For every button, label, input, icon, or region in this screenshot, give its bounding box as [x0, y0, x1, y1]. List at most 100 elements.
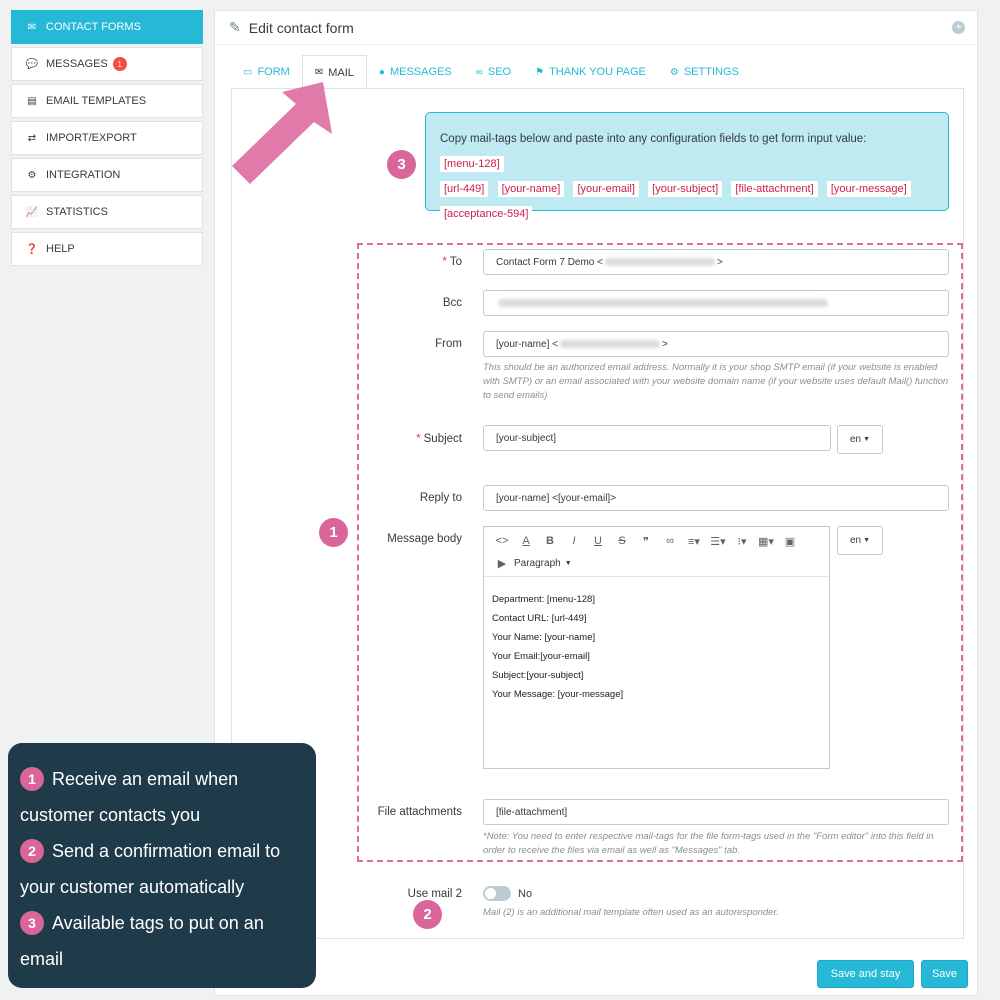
- from-field[interactable]: [your-name] < >: [483, 331, 949, 357]
- from-help-text: This should be an authorized email addre…: [483, 362, 949, 401]
- file-attachments-help: *Note: You need to enter respective mail…: [483, 831, 934, 856]
- tab-settings[interactable]: ⚙ SETTINGS: [658, 55, 751, 89]
- from-label: From: [435, 338, 462, 350]
- bcc-field[interactable]: [483, 290, 949, 316]
- edit-icon: ✎: [229, 19, 241, 35]
- exchange-icon: ⇄: [27, 132, 37, 144]
- legend-number: 3: [20, 911, 44, 935]
- strikethrough-icon[interactable]: S: [610, 531, 634, 551]
- mail-tag[interactable]: [url-449]: [440, 181, 489, 197]
- legend-number: 1: [20, 767, 44, 791]
- video-icon[interactable]: ▶: [490, 553, 514, 573]
- legend-line: 2 Send a confirmation email to: [20, 833, 302, 869]
- editor-toolbar: <> A B I U S ❞ ∞ ≡▾ ☰▾ ⁝▾ ▦▾ ▣ ▶ Paragra…: [484, 527, 829, 577]
- bold-icon[interactable]: B: [538, 531, 562, 551]
- caret-down-icon: ▼: [564, 559, 572, 567]
- callout-1: 1: [319, 518, 348, 547]
- mail-tags-box: Copy mail-tags below and paste into any …: [425, 112, 949, 222]
- line-chart-icon: 📈: [25, 206, 39, 218]
- sidebar-item-email-templates[interactable]: ▤ EMAIL TEMPLATES: [11, 84, 203, 118]
- from-value: [your-name] <: [496, 338, 558, 350]
- mail-tag[interactable]: [menu-128]: [440, 156, 504, 172]
- tab-thank-you-page[interactable]: ⚑ THANK YOU PAGE: [523, 55, 658, 89]
- sidebar-item-integration[interactable]: ⚙ INTEGRATION: [11, 158, 203, 192]
- mail-tag[interactable]: [file-attachment]: [731, 181, 818, 197]
- underline-icon[interactable]: U: [586, 531, 610, 551]
- body-line: Your Email:[your-email]: [492, 651, 590, 662]
- sidebar-item-import-export[interactable]: ⇄ IMPORT/EXPORT: [11, 121, 203, 155]
- numbered-list-icon[interactable]: ⁝▾: [730, 531, 754, 551]
- use-mail2-toggle[interactable]: [483, 886, 511, 901]
- document-icon: ▤: [27, 95, 37, 107]
- page-title: Edit contact form: [248, 19, 354, 36]
- message-body-content[interactable]: Department: [menu-128] Contact URL: [url…: [484, 577, 829, 704]
- sidebar-item-label: IMPORT/EXPORT: [46, 132, 137, 144]
- mail-tag[interactable]: [acceptance-594]: [440, 206, 533, 222]
- tab-label: THANK YOU PAGE: [549, 66, 646, 78]
- mail-tag[interactable]: [your-name]: [497, 181, 565, 197]
- font-color-icon[interactable]: A: [514, 531, 538, 551]
- subject-field[interactable]: [your-subject]: [483, 425, 831, 451]
- sidebar-item-label: INTEGRATION: [46, 169, 121, 181]
- bullet-list-icon[interactable]: ☰▾: [706, 531, 730, 551]
- legend-line: customer contacts you: [20, 805, 201, 825]
- blockquote-icon[interactable]: ❞: [634, 531, 658, 551]
- save-button[interactable]: Save: [921, 960, 968, 988]
- mail-tag[interactable]: [your-email]: [573, 181, 639, 197]
- to-value: Contact Form 7 Demo <: [496, 256, 603, 268]
- comments-icon: ●: [378, 66, 385, 78]
- legend-line: 3 Available tags to put on an: [20, 905, 302, 941]
- align-icon[interactable]: ≡▾: [682, 531, 706, 551]
- message-body-editor[interactable]: <> A B I U S ❞ ∞ ≡▾ ☰▾ ⁝▾ ▦▾ ▣ ▶ Paragra…: [483, 526, 830, 769]
- bcc-label: Bcc: [442, 297, 462, 309]
- mail-tag[interactable]: [your-message]: [826, 181, 911, 197]
- comments-icon: 💬: [25, 58, 39, 70]
- code-view-icon[interactable]: <>: [490, 531, 514, 551]
- tab-messages[interactable]: ● MESSAGES: [367, 55, 464, 89]
- tab-seo[interactable]: ∞ SEO: [464, 55, 523, 89]
- mail-tag[interactable]: [your-subject]: [648, 181, 723, 197]
- tab-label: FORM: [257, 66, 290, 78]
- sidebar-item-label: STATISTICS: [46, 206, 108, 218]
- legend-line: email: [20, 949, 64, 969]
- use-mail2-state: No: [518, 888, 533, 900]
- sidebar-item-label: MESSAGES: [46, 58, 108, 70]
- file-attachments-field[interactable]: [file-attachment]: [483, 799, 949, 825]
- question-circle-icon: ❓: [25, 243, 39, 255]
- cogs-icon: ⚙: [27, 169, 37, 181]
- sidebar-item-label: CONTACT FORMS: [46, 21, 141, 33]
- sidebar-item-label: EMAIL TEMPLATES: [46, 95, 147, 107]
- messages-count-badge: 1: [112, 57, 127, 71]
- mail-tab-content: Copy mail-tags below and paste into any …: [231, 88, 964, 939]
- link-icon[interactable]: ∞: [658, 531, 682, 551]
- subject-label: * Subject: [416, 433, 462, 445]
- body-line: Your Name: [your-name]: [492, 632, 596, 643]
- to-field[interactable]: Contact Form 7 Demo < >: [483, 249, 949, 275]
- collapse-icon[interactable]: +: [952, 21, 965, 34]
- caret-down-icon: ▼: [863, 537, 871, 544]
- image-icon[interactable]: ▣: [778, 531, 802, 551]
- reply-to-label: Reply to: [419, 492, 462, 504]
- feature-legend: 1 Receive an email when customer contacts…: [8, 743, 316, 988]
- flag-icon: ⚑: [535, 66, 545, 78]
- paragraph-select[interactable]: Paragraph ▼: [514, 553, 576, 573]
- reply-to-field[interactable]: [your-name] <[your-email]>: [483, 485, 949, 511]
- save-and-stay-button[interactable]: Save and stay: [817, 960, 914, 988]
- use-mail2-help: Mail (2) is an additional mail template …: [483, 907, 779, 918]
- sidebar-item-statistics[interactable]: 📈 STATISTICS: [11, 195, 203, 229]
- sidebar-item-help[interactable]: ❓ HELP: [11, 232, 203, 266]
- table-icon[interactable]: ▦▾: [754, 531, 778, 551]
- body-language-select[interactable]: en ▼: [837, 526, 883, 555]
- to-label: * To: [442, 256, 462, 268]
- subject-language-select[interactable]: en ▼: [837, 425, 883, 454]
- legend-number: 2: [20, 839, 44, 863]
- mail-tags-intro: Copy mail-tags below and paste into any …: [440, 133, 867, 145]
- pointer-arrow: [232, 82, 332, 184]
- sidebar-item-contact-forms[interactable]: ✉ CONTACT FORMS: [11, 10, 203, 44]
- body-line: Subject:[your-subject]: [492, 670, 584, 681]
- caret-down-icon: ▼: [863, 436, 871, 443]
- tab-label: SETTINGS: [683, 66, 739, 78]
- italic-icon[interactable]: I: [562, 531, 586, 551]
- sidebar-item-messages[interactable]: 💬 MESSAGES 1: [11, 47, 203, 81]
- tab-label: MESSAGES: [389, 66, 452, 78]
